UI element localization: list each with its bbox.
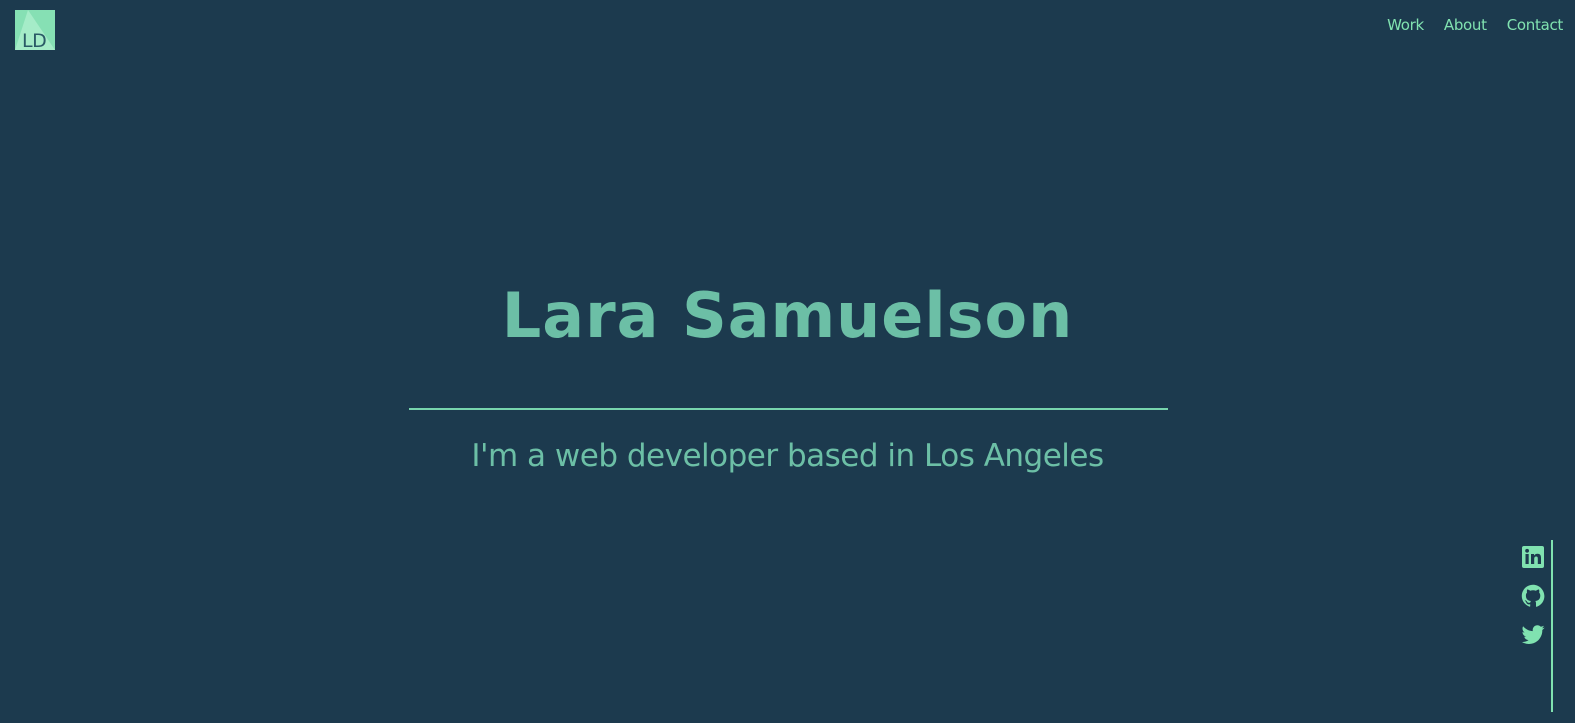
github-link[interactable] [1521, 584, 1545, 608]
logo-text: LD [22, 30, 47, 50]
nav-link-about[interactable]: About [1444, 15, 1487, 35]
twitter-link[interactable] [1521, 623, 1545, 647]
nav-link-contact[interactable]: Contact [1507, 15, 1564, 35]
social-links [1521, 545, 1545, 647]
main-nav: Work About Contact [1387, 15, 1563, 35]
logo-link[interactable]: LD [15, 10, 55, 50]
hero-divider [409, 408, 1168, 410]
twitter-icon [1521, 625, 1545, 644]
linkedin-icon [1522, 546, 1544, 568]
github-icon [1521, 584, 1545, 607]
hero-title: Lara Samuelson [501, 279, 1074, 352]
hero-section: Lara Samuelson I'm a web developer based… [0, 278, 1575, 474]
page: LD Work About Contact Lara Samuelson I'm… [0, 0, 1575, 723]
hero-subtitle: I'm a web developer based in Los Angeles [471, 438, 1104, 474]
social-rail-line [1551, 540, 1553, 712]
nav-link-work[interactable]: Work [1387, 15, 1424, 35]
linkedin-link[interactable] [1521, 545, 1545, 569]
